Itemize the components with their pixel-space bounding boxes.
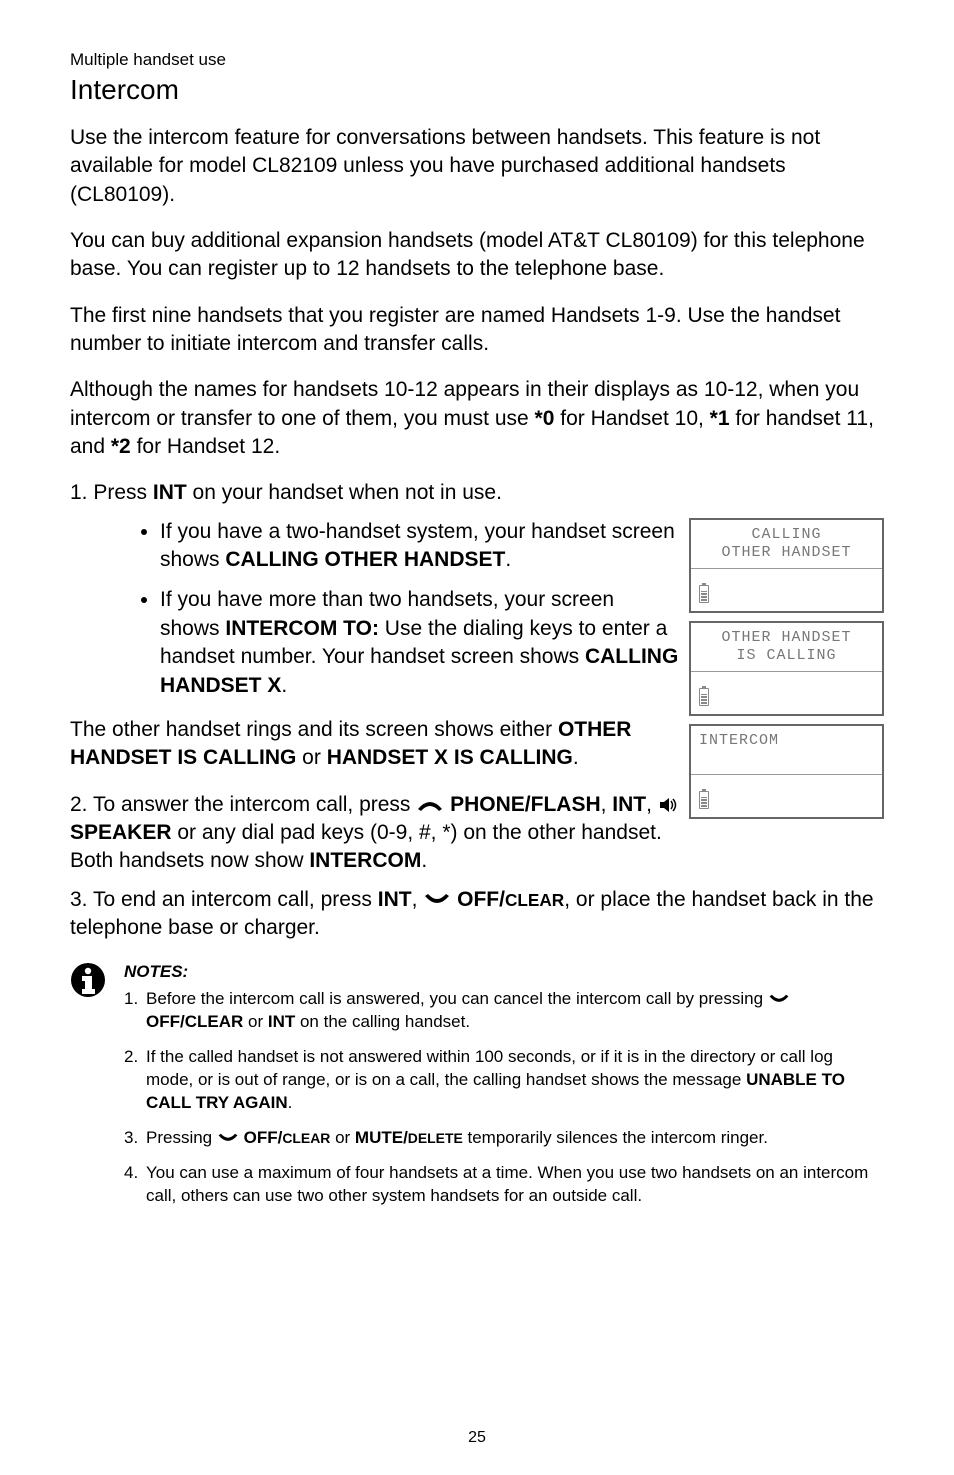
lcd-text-line: CALLING bbox=[751, 526, 821, 543]
paragraph-3: The first nine handsets that you registe… bbox=[70, 302, 884, 359]
text: Pressing bbox=[146, 1128, 217, 1147]
lcd-divider bbox=[691, 774, 882, 775]
text: or bbox=[243, 1012, 268, 1031]
speaker-icon bbox=[658, 797, 678, 813]
notes-list: Before the intercom call is answered, yo… bbox=[124, 988, 884, 1208]
info-icon bbox=[70, 962, 106, 998]
header-category: Multiple handset use bbox=[70, 50, 884, 70]
bold-text: OFF/ bbox=[244, 1128, 283, 1147]
lcd-text-line: OTHER HANDSET bbox=[721, 629, 851, 646]
lcd-group: CALLING OTHER HANDSET OTHER HANDSET IS C… bbox=[689, 518, 884, 827]
text: . bbox=[288, 1093, 293, 1112]
text: for Handset 12. bbox=[131, 435, 280, 458]
bold-text: SPEAKER bbox=[70, 821, 172, 844]
bold-text: *2 bbox=[111, 435, 131, 458]
step-1: 1. Press INT on your handset when not in… bbox=[70, 479, 884, 507]
notes-section: NOTES: Before the intercom call is answe… bbox=[70, 962, 884, 1220]
text: Before the intercom call is answered, yo… bbox=[146, 989, 768, 1008]
page-title: Intercom bbox=[70, 74, 884, 106]
phone-on-icon bbox=[416, 797, 444, 813]
phone-off-icon bbox=[768, 993, 790, 1006]
text: . bbox=[281, 674, 287, 697]
paragraph-2: You can buy additional expansion handset… bbox=[70, 227, 884, 284]
bold-text: INT bbox=[612, 793, 646, 816]
battery-icon bbox=[699, 585, 709, 603]
text: on the calling handset. bbox=[295, 1012, 470, 1031]
bold-text: CLEAR bbox=[282, 1130, 330, 1146]
lcd-line: CALLING OTHER HANDSET bbox=[691, 520, 882, 562]
text: . bbox=[573, 746, 579, 769]
text: or bbox=[296, 746, 326, 769]
bold-text: *1 bbox=[710, 407, 730, 430]
text: , bbox=[601, 793, 613, 816]
paragraph-1: Use the intercom feature for conversatio… bbox=[70, 124, 884, 209]
text: If the called handset is not answered wi… bbox=[146, 1047, 833, 1089]
text: , bbox=[412, 888, 424, 911]
text: , bbox=[646, 793, 658, 816]
paragraph-4: Although the names for handsets 10-12 ap… bbox=[70, 376, 884, 461]
notes-heading: NOTES: bbox=[124, 962, 884, 982]
phone-off-icon bbox=[217, 1132, 239, 1145]
bold-text: DELETE bbox=[408, 1130, 463, 1146]
text: 2. To answer the intercom call, press bbox=[70, 793, 416, 816]
lcd-panel-intercom: INTERCOM bbox=[689, 724, 884, 819]
lcd-text-line: OTHER HANDSET bbox=[721, 544, 851, 561]
bold-text: OFF/ bbox=[457, 888, 505, 911]
lcd-line: OTHER HANDSET IS CALLING bbox=[691, 623, 882, 665]
bold-text: PHONE/FLASH bbox=[450, 793, 601, 816]
page-number: 25 bbox=[0, 1429, 954, 1447]
text: The other handset rings and its screen s… bbox=[70, 718, 558, 741]
bold-text: *0 bbox=[535, 407, 555, 430]
bold-text: INT bbox=[268, 1012, 295, 1031]
lcd-panel-other-calling: OTHER HANDSET IS CALLING bbox=[689, 621, 884, 716]
step-3: 3. To end an intercom call, press INT, O… bbox=[70, 886, 884, 943]
phone-off-icon bbox=[423, 892, 451, 908]
lcd-divider bbox=[691, 671, 882, 672]
text: . bbox=[505, 548, 511, 571]
bold-text: MUTE/ bbox=[355, 1128, 408, 1147]
lcd-line: INTERCOM bbox=[691, 726, 882, 750]
text: temporarily silences the intercom ringer… bbox=[463, 1128, 768, 1147]
lcd-text-line: INTERCOM bbox=[699, 732, 779, 749]
bold-text: INT bbox=[378, 888, 412, 911]
text: 3. To end an intercom call, press bbox=[70, 888, 378, 911]
bold-text: CLEAR bbox=[505, 890, 564, 910]
note-3: Pressing OFF/CLEAR or MUTE/DELETE tempor… bbox=[124, 1127, 884, 1150]
bold-text: HANDSET X IS CALLING bbox=[327, 746, 573, 769]
bold-text: INTERCOM bbox=[309, 849, 421, 872]
battery-icon bbox=[699, 791, 709, 809]
note-1: Before the intercom call is answered, yo… bbox=[124, 988, 884, 1034]
text: or bbox=[330, 1128, 355, 1147]
text: . bbox=[421, 849, 427, 872]
lcd-text-line: IS CALLING bbox=[736, 647, 836, 664]
note-4: You can use a maximum of four handsets a… bbox=[124, 1162, 884, 1208]
text: for Handset 10, bbox=[554, 407, 709, 430]
lcd-divider bbox=[691, 568, 882, 569]
battery-icon bbox=[699, 688, 709, 706]
text: 1. Press bbox=[70, 481, 153, 504]
bold-text: INTERCOM TO: bbox=[225, 617, 379, 640]
text: on your handset when not in use. bbox=[187, 481, 502, 504]
note-2: If the called handset is not answered wi… bbox=[124, 1046, 884, 1115]
bold-text: INT bbox=[153, 481, 187, 504]
lcd-panel-calling: CALLING OTHER HANDSET bbox=[689, 518, 884, 613]
bold-text: CALLING OTHER HANDSET bbox=[225, 548, 505, 571]
bold-text: OFF/CLEAR bbox=[146, 1012, 243, 1031]
